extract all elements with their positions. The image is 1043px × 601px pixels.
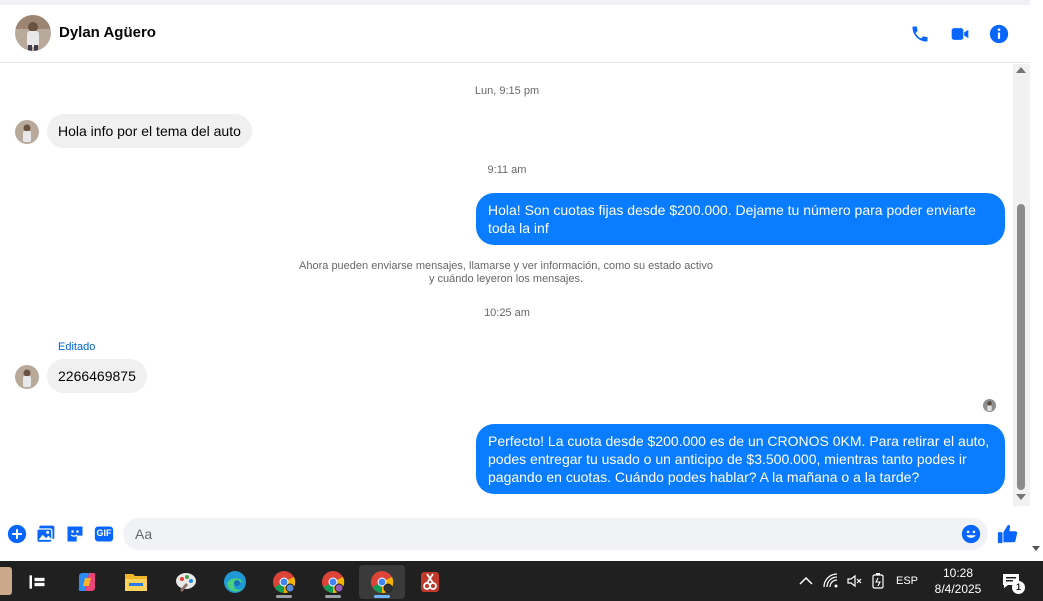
running-indicator <box>276 595 292 598</box>
message-list: Lun, 9:15 pm Hola info por el tema del a… <box>0 64 1013 514</box>
task-view-icon[interactable] <box>17 565 57 599</box>
plus-icon[interactable] <box>7 524 27 544</box>
copilot-icon[interactable] <box>67 565 107 599</box>
widget-thumbnail[interactable] <box>0 567 12 595</box>
image-gallery-icon[interactable] <box>36 524 56 544</box>
windows-taskbar: ESP 10:28 8/4/2025 1 <box>0 561 1043 601</box>
read-receipt-avatar <box>983 399 996 412</box>
outgoing-message[interactable]: Hola! Son cuotas fijas desde $200.000. D… <box>476 193 1005 245</box>
contact-avatar[interactable] <box>15 15 51 51</box>
timestamp: 9:11 am <box>487 164 527 176</box>
active-indicator <box>374 595 390 598</box>
gif-icon[interactable]: GIF <box>94 524 114 544</box>
contact-name[interactable]: Dylan Agüero <box>59 24 156 41</box>
edge-browser-icon[interactable] <box>215 565 255 599</box>
timestamp: 10:25 am <box>484 307 530 319</box>
show-hidden-icons-icon[interactable] <box>796 561 816 601</box>
battery-icon[interactable] <box>867 561 889 601</box>
message-input[interactable] <box>135 524 935 544</box>
gif-label: GIF <box>96 528 112 538</box>
file-explorer-icon[interactable] <box>116 565 156 599</box>
chat-scrollbar[interactable] <box>1013 64 1030 506</box>
emoji-icon[interactable] <box>961 524 981 544</box>
video-camera-icon[interactable] <box>948 22 972 46</box>
notification-center-icon[interactable]: 1 <box>998 561 1025 601</box>
clock-date: 8/4/2025 <box>934 582 982 596</box>
scroll-down-icon[interactable] <box>1016 494 1026 500</box>
timestamp: Lun, 9:15 pm <box>474 85 540 97</box>
sender-avatar[interactable] <box>15 365 39 389</box>
composer-bar: GIF <box>0 514 1030 556</box>
notification-badge: 1 <box>1012 581 1025 594</box>
edited-label[interactable]: Editado <box>58 341 95 353</box>
outgoing-message[interactable]: Perfecto! La cuota desde $200.000 es de … <box>476 424 1005 494</box>
chrome-profile-2-icon[interactable] <box>313 565 353 599</box>
sender-avatar[interactable] <box>15 120 39 144</box>
phone-icon[interactable] <box>908 22 932 46</box>
chrome-profile-1-icon[interactable] <box>264 565 304 599</box>
clock-time: 10:28 <box>942 566 974 580</box>
thumbs-up-icon[interactable] <box>997 523 1019 545</box>
system-notice: Ahora pueden enviarse mensajes, llamarse… <box>280 260 732 286</box>
info-icon[interactable] <box>987 22 1011 46</box>
sticker-icon[interactable] <box>65 524 85 544</box>
chrome-profile-3-icon[interactable] <box>359 565 405 599</box>
scroll-up-icon[interactable] <box>1016 67 1026 73</box>
language-indicator[interactable]: ESP <box>893 561 921 601</box>
system-notice-line: Ahora pueden enviarse mensajes, llamarse… <box>299 260 713 272</box>
wifi-icon[interactable] <box>820 561 842 601</box>
messenger-window: Dylan Agüero Lun, 9:15 pm Hola info por … <box>0 0 1043 561</box>
paint-app-icon[interactable] <box>166 565 206 599</box>
running-indicator <box>325 595 341 598</box>
scroll-thumb[interactable] <box>1017 204 1025 490</box>
incoming-message[interactable]: 2266469875 <box>47 359 147 393</box>
volume-muted-icon[interactable] <box>843 561 865 601</box>
page-scroll-down-icon[interactable] <box>1032 546 1040 551</box>
snipping-tool-icon[interactable] <box>410 565 450 599</box>
chat-header: Dylan Agüero <box>0 5 1030 63</box>
system-clock[interactable]: 10:28 8/4/2025 <box>922 565 994 597</box>
message-input-box[interactable] <box>123 518 988 550</box>
system-notice-line: y cuándo leyeron los mensajes. <box>428 273 584 285</box>
incoming-message[interactable]: Hola info por el tema del auto <box>47 114 252 148</box>
page-scrollbar[interactable] <box>1030 0 1043 561</box>
